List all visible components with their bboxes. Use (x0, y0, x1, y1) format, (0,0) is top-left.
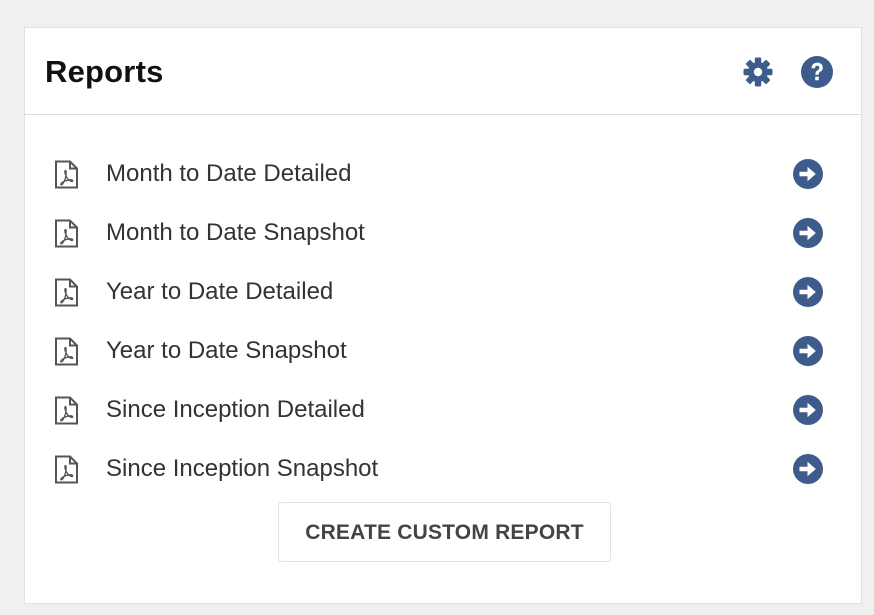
report-label: Year to Date Detailed (106, 278, 334, 305)
report-label: Since Inception Snapshot (106, 455, 379, 482)
gear-icon[interactable] (740, 54, 776, 90)
pdf-file-icon (54, 278, 79, 307)
arrow-circle-right-icon[interactable] (792, 217, 824, 249)
report-label: Year to Date Snapshot (106, 337, 347, 364)
arrow-circle-right-icon[interactable] (792, 158, 824, 190)
reports-panel: Reports Month to Date Detailed Month to … (24, 27, 862, 604)
panel-title: Reports (45, 54, 164, 89)
report-label: Month to Date Detailed (106, 160, 352, 187)
arrow-circle-right-icon[interactable] (792, 394, 824, 426)
report-row-since-inception-snapshot[interactable]: Since Inception Snapshot (25, 440, 861, 499)
question-circle-icon[interactable] (799, 54, 835, 90)
pdf-file-icon (54, 396, 79, 425)
pdf-file-icon (54, 219, 79, 248)
report-label: Month to Date Snapshot (106, 219, 365, 246)
report-row-month-to-date-snapshot[interactable]: Month to Date Snapshot (25, 204, 861, 263)
arrow-circle-right-icon[interactable] (792, 276, 824, 308)
panel-header: Reports (25, 28, 861, 115)
pdf-file-icon (54, 455, 79, 484)
pdf-file-icon (54, 160, 79, 189)
arrow-circle-right-icon[interactable] (792, 335, 824, 367)
report-row-month-to-date-detailed[interactable]: Month to Date Detailed (25, 145, 861, 204)
arrow-circle-right-icon[interactable] (792, 453, 824, 485)
report-row-since-inception-detailed[interactable]: Since Inception Detailed (25, 381, 861, 440)
report-label: Since Inception Detailed (106, 396, 365, 423)
report-list: Month to Date Detailed Month to Date Sna… (25, 145, 861, 499)
report-row-year-to-date-snapshot[interactable]: Year to Date Snapshot (25, 322, 861, 381)
create-custom-report-button[interactable]: CREATE CUSTOM REPORT (278, 502, 611, 562)
pdf-file-icon (54, 337, 79, 366)
report-row-year-to-date-detailed[interactable]: Year to Date Detailed (25, 263, 861, 322)
